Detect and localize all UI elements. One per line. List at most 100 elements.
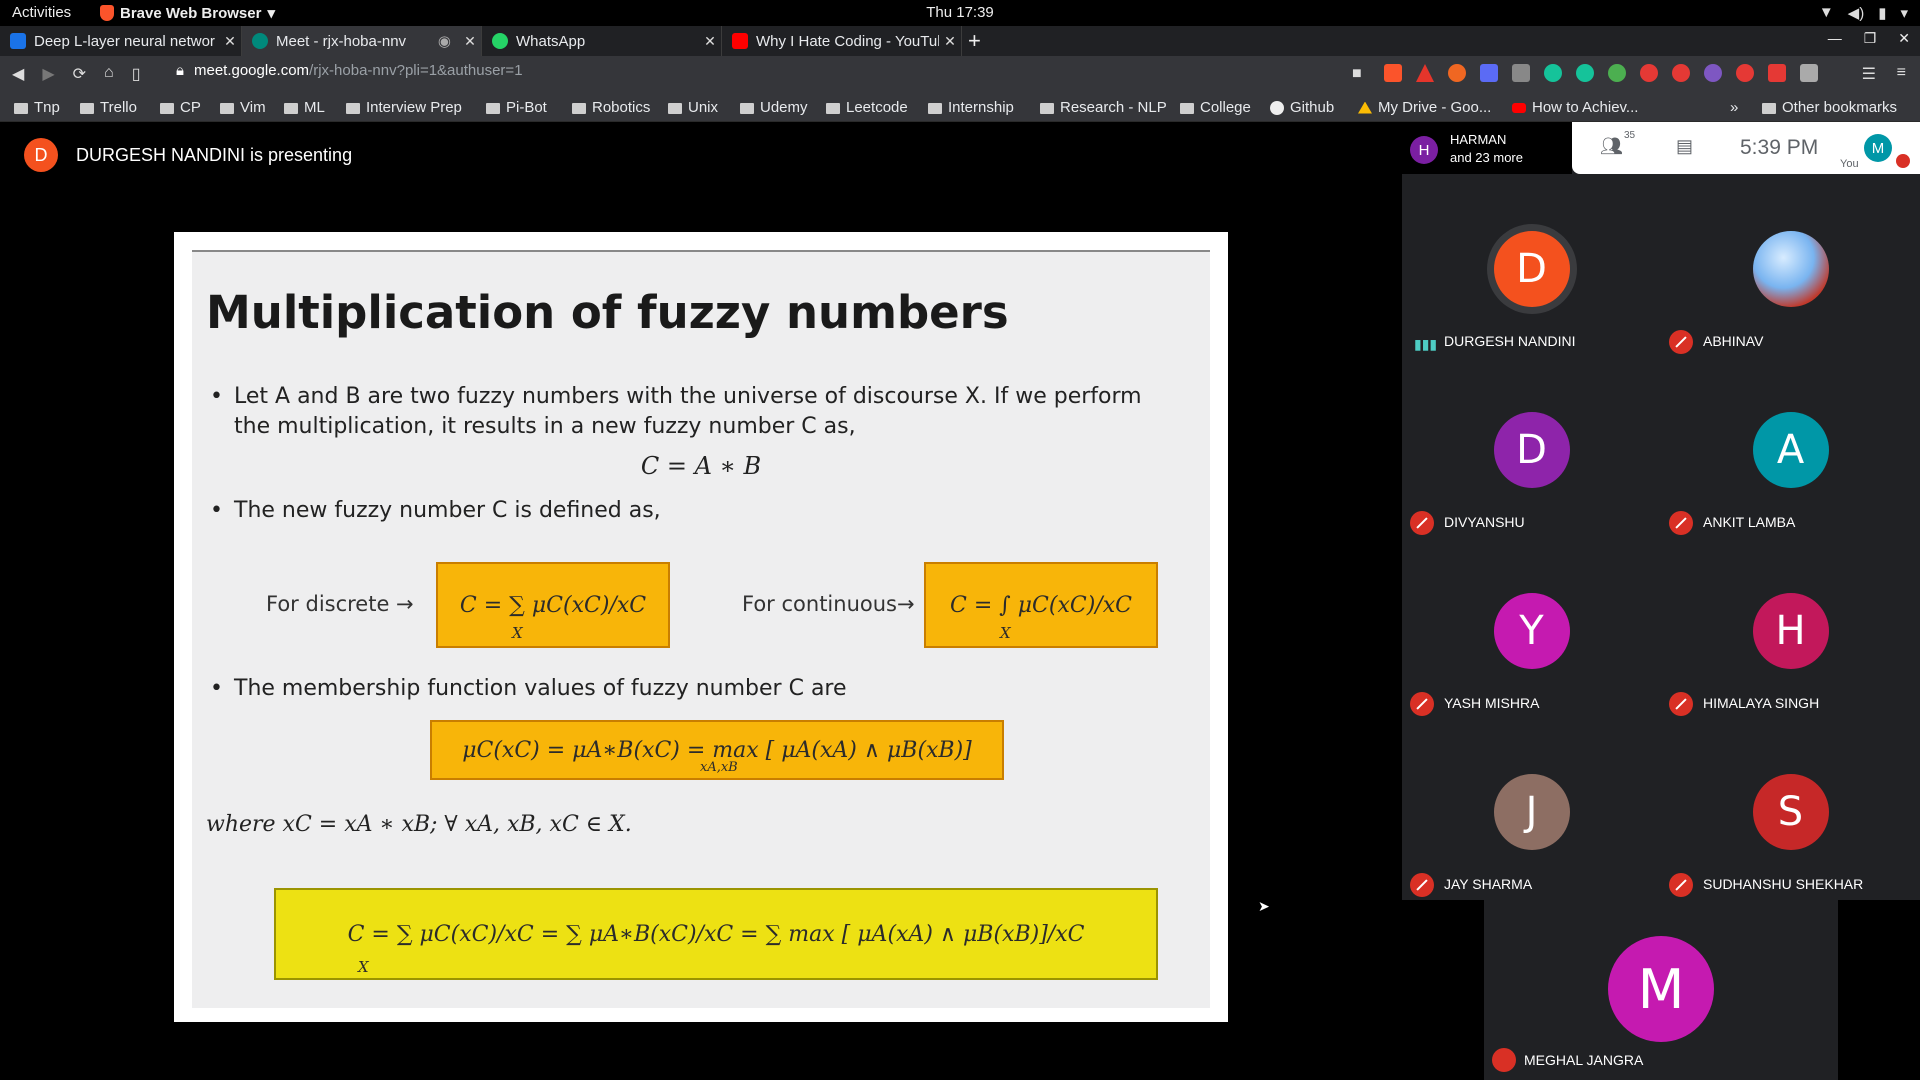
camera-in-use-icon[interactable]: ■ — [1352, 65, 1362, 83]
bookmark-label: CP — [180, 99, 201, 116]
app-menu-label: Brave Web Browser — [120, 4, 262, 22]
activities-button[interactable]: Activities — [12, 4, 71, 21]
discrete-formula-box: C = ∑ μC(xC)/xC X — [436, 562, 670, 648]
bookmark-folder[interactable]: Tnp — [14, 99, 60, 116]
participant-avatar: H — [1752, 593, 1829, 669]
restore-icon[interactable]: ❐ — [1864, 30, 1877, 47]
address-bar[interactable]: 🔒︎ meet.google.com/rjx-hoba-nnv?pli=1&au… — [176, 62, 523, 79]
calendar-icon[interactable] — [1768, 64, 1786, 82]
extension-icon[interactable] — [1704, 64, 1722, 82]
bullet-text: The membership function values of fuzzy … — [234, 676, 847, 701]
bookmark-folder[interactable]: CP — [160, 99, 201, 116]
mic-muted-icon — [1492, 1048, 1516, 1072]
other-bookmarks[interactable]: Other bookmarks — [1762, 99, 1897, 116]
reload-icon[interactable]: ⟳ — [73, 64, 86, 84]
new-tab-button[interactable]: + — [968, 28, 981, 54]
people-icon[interactable]: 👥︎ — [1600, 136, 1623, 157]
bookmark-folder[interactable]: Research - NLP — [1040, 99, 1167, 116]
close-tab-icon[interactable]: ✕ — [219, 33, 241, 50]
brave-rewards-icon[interactable] — [1416, 64, 1434, 82]
shared-screen[interactable]: Multiplication of fuzzy numbers Let A an… — [174, 232, 1228, 1022]
bookmark-label: ML — [304, 99, 325, 116]
battery-icon: ▮ — [1878, 5, 1887, 22]
bookmark-folder[interactable]: Internship — [928, 99, 1014, 116]
folder-icon — [160, 103, 174, 114]
close-window-icon[interactable]: ✕ — [1898, 30, 1910, 47]
bookmark-folder[interactable]: Udemy — [740, 99, 808, 116]
bookmark-folder[interactable]: ML — [284, 99, 325, 116]
play-icon[interactable] — [1800, 64, 1818, 82]
tab-youtube[interactable]: Why I Hate Coding - YouTub ✕ — [722, 26, 962, 56]
participant-tile[interactable]: ABHINAV — [1661, 190, 1920, 371]
speaking-indicator-icon: ▮▮▮ — [1414, 336, 1438, 352]
shield-icon[interactable] — [1672, 64, 1690, 82]
youtube-icon — [732, 33, 748, 49]
bookmark-folder[interactable]: College — [1180, 99, 1251, 116]
participant-avatar: D — [1493, 412, 1570, 488]
minimize-icon[interactable]: — — [1828, 30, 1842, 47]
participant-tile[interactable]: D DIVYANSHU — [1402, 371, 1661, 552]
bookmark-icon[interactable]: ▯ — [132, 64, 141, 84]
participant-name: SUDHANSHU SHEKHAR — [1703, 876, 1864, 892]
chat-icon[interactable]: ▤ — [1676, 136, 1693, 157]
tab-title: Deep L-layer neural networ — [34, 32, 215, 50]
plus-extension-icon[interactable] — [1608, 64, 1626, 82]
brave-shields-icon[interactable] — [1384, 64, 1402, 82]
grammarly-icon[interactable] — [1576, 64, 1594, 82]
timer-icon[interactable] — [1640, 64, 1658, 82]
home-icon[interactable]: ⌂ — [104, 64, 114, 84]
participant-tile[interactable]: A ANKIT LAMBA — [1661, 371, 1920, 552]
bookmark-folder[interactable]: Unix — [668, 99, 718, 116]
extensions-area — [1384, 64, 1818, 82]
menu-icon[interactable]: ≡ — [1897, 64, 1906, 82]
bookmark-label: College — [1200, 99, 1251, 116]
participant-tile[interactable]: Y YASH MISHRA — [1402, 552, 1661, 733]
tab-title: WhatsApp — [516, 32, 586, 50]
bookmark-folder[interactable]: Pi-Bot — [486, 99, 547, 116]
participant-tile[interactable]: M MEGHAL JANGRA — [1484, 900, 1838, 1080]
participant-tile[interactable]: S SUDHANSHU SHEKHAR — [1661, 733, 1920, 914]
participant-name: JAY SHARMA — [1444, 876, 1533, 892]
grammarly-icon[interactable] — [1544, 64, 1562, 82]
system-clock[interactable]: Thu 17:39 — [0, 4, 1920, 21]
translate-icon[interactable] — [1480, 64, 1498, 82]
more-bookmarks-icon[interactable]: » — [1730, 99, 1738, 116]
tab-deep-learning[interactable]: Deep L-layer neural networ ✕ — [0, 26, 242, 56]
continuous-formula: C = ∫ μC(xC)/xC — [950, 592, 1132, 618]
participant-tile[interactable]: J JAY SHARMA — [1402, 733, 1661, 914]
google-drive-icon — [1358, 101, 1372, 114]
bookmark-drive[interactable]: My Drive - Goo... — [1358, 99, 1491, 116]
forward-icon[interactable]: ▶ — [42, 64, 54, 84]
tab-whatsapp[interactable]: WhatsApp ✕ — [482, 26, 722, 56]
reading-list-icon[interactable]: ☰ — [1862, 64, 1876, 84]
tray-menu-icon: ▾ — [1900, 5, 1908, 22]
bookmark-folder[interactable]: Robotics — [572, 99, 650, 116]
bookmark-folder[interactable]: Vim — [220, 99, 266, 116]
close-tab-icon[interactable]: ✕ — [939, 33, 961, 50]
extension-icon[interactable] — [1736, 64, 1754, 82]
participant-avatar: S — [1752, 774, 1829, 850]
bookmark-label: Pi-Bot — [506, 99, 547, 116]
bookmark-folder[interactable]: Leetcode — [826, 99, 908, 116]
bullet-text: Let A and B are two fuzzy numbers with t… — [234, 384, 1142, 409]
bookmark-folder[interactable]: Interview Prep — [346, 99, 462, 116]
self-mic-muted-icon — [1896, 154, 1910, 168]
participant-tile[interactable]: D ▮▮▮ DURGESH NANDINI — [1402, 190, 1661, 371]
back-icon[interactable]: ◀ — [12, 64, 24, 84]
membership-formula: μC(xC) = μA∗B(xC) = max [ μA(xA) ∧ μB(xB… — [462, 737, 972, 763]
app-menu[interactable]: Brave Web Browser ▾ — [100, 4, 275, 22]
presenter-banner: D DURGESH NANDINI is presenting — [24, 138, 352, 172]
system-tray[interactable]: ▼ ◀) ▮ ▾ — [1819, 4, 1908, 22]
folder-icon — [14, 103, 28, 114]
self-avatar[interactable]: M — [1864, 134, 1892, 162]
bookmark-youtube[interactable]: How to Achiev... — [1512, 99, 1638, 116]
participant-tile[interactable]: H HIMALAYA SINGH — [1661, 552, 1920, 733]
close-tab-icon[interactable]: ✕ — [699, 33, 721, 50]
mic-muted-icon — [1669, 873, 1693, 897]
extension-icon[interactable] — [1448, 64, 1466, 82]
extension-icon[interactable] — [1512, 64, 1530, 82]
bookmark-github[interactable]: Github — [1270, 99, 1334, 116]
close-tab-icon[interactable]: ✕ — [459, 33, 481, 50]
tab-meet[interactable]: Meet - rjx-hoba-nnv ◉ ✕ — [242, 26, 482, 56]
bookmark-folder[interactable]: Trello — [80, 99, 137, 116]
